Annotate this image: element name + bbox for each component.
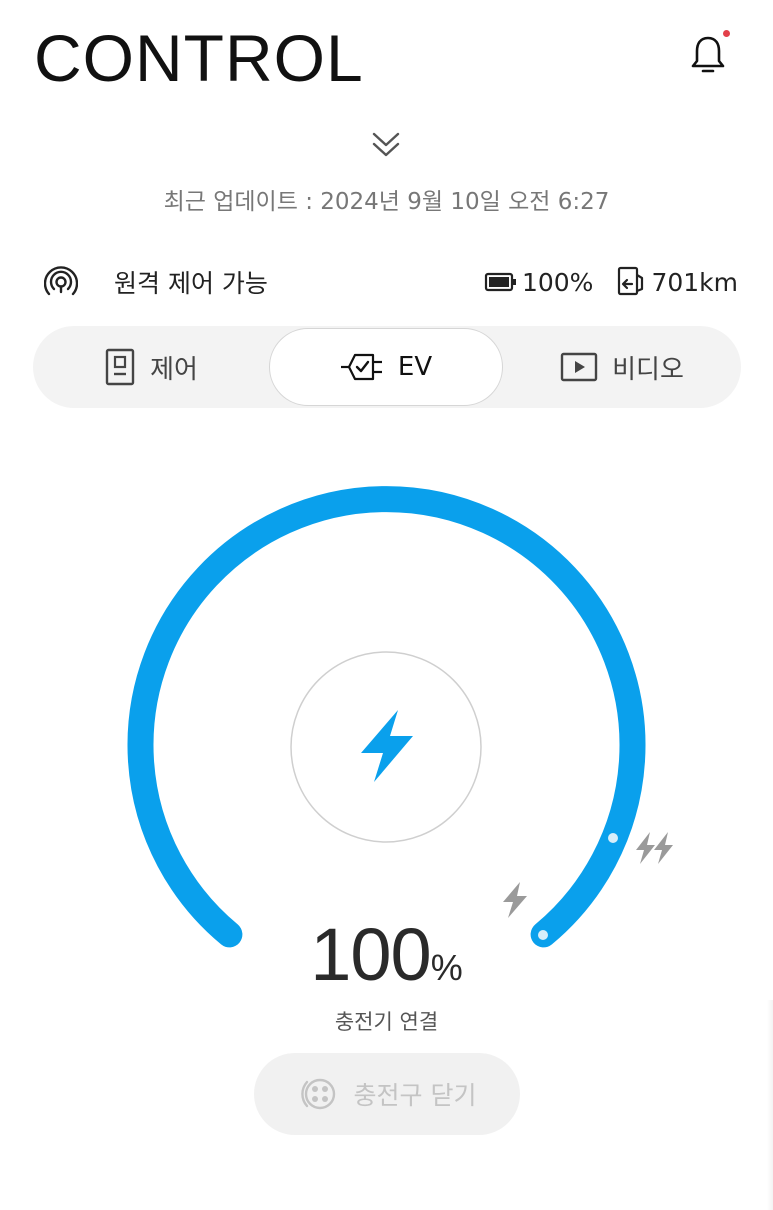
page-title: CONTROL	[34, 21, 364, 95]
charger-status: 충전기 연결	[334, 1010, 439, 1034]
charge-level-arc	[127, 486, 646, 948]
lightning-bolt-icon	[361, 710, 413, 782]
tab-video[interactable]: 비디오	[503, 326, 741, 408]
expand-button[interactable]	[366, 126, 406, 166]
vehicle-status-row: 원격 제어 가능 100% 701km	[44, 262, 744, 302]
charge-gauge	[0, 470, 773, 970]
signal-icon	[44, 266, 78, 296]
charge-percent: 100%	[0, 912, 773, 997]
tab-ev-label: EV	[397, 352, 433, 382]
charge-port-icon	[300, 1078, 335, 1110]
close-charge-port-button[interactable]: 충전구 닫기	[254, 1053, 520, 1135]
remote-control-status: 원격 제어 가능	[44, 262, 268, 302]
notification-dot	[723, 30, 730, 37]
close-charge-port-label: 충전구 닫기	[353, 1081, 477, 1110]
notification-button[interactable]	[680, 28, 736, 84]
fast-charge-icon	[636, 832, 673, 864]
range-stat: 701km	[615, 265, 738, 299]
last-update-text: 최근 업데이트 : 2024년 9월 10일 오전 6:27	[163, 189, 610, 215]
control-panel-icon	[105, 348, 135, 386]
tab-video-label: 비디오	[612, 354, 684, 385]
charge-gauge-graphic	[127, 486, 673, 948]
tab-control[interactable]: 제어	[33, 326, 269, 408]
bell-icon	[691, 36, 725, 73]
charge-percent-value: 100	[310, 913, 431, 996]
ev-check-icon	[340, 353, 382, 381]
video-play-icon	[560, 352, 598, 382]
fast-charge-marker	[608, 833, 618, 843]
vehicle-stats: 100% 701km	[484, 262, 738, 302]
charge-percent-unit: %	[430, 947, 463, 988]
range-value: 701km	[651, 267, 738, 297]
range-icon	[618, 266, 644, 296]
battery-stat: 100%	[484, 268, 593, 297]
double-chevron-down-icon	[372, 132, 400, 157]
view-tabs: 제어 EV 비디오	[33, 326, 741, 408]
battery-icon	[484, 272, 516, 292]
battery-percent: 100%	[521, 267, 594, 297]
tab-ev[interactable]: EV	[269, 328, 503, 406]
remote-control-label: 원격 제어 가능	[114, 269, 268, 298]
edge-shadow	[767, 1000, 773, 1210]
tab-control-label: 제어	[150, 354, 198, 385]
